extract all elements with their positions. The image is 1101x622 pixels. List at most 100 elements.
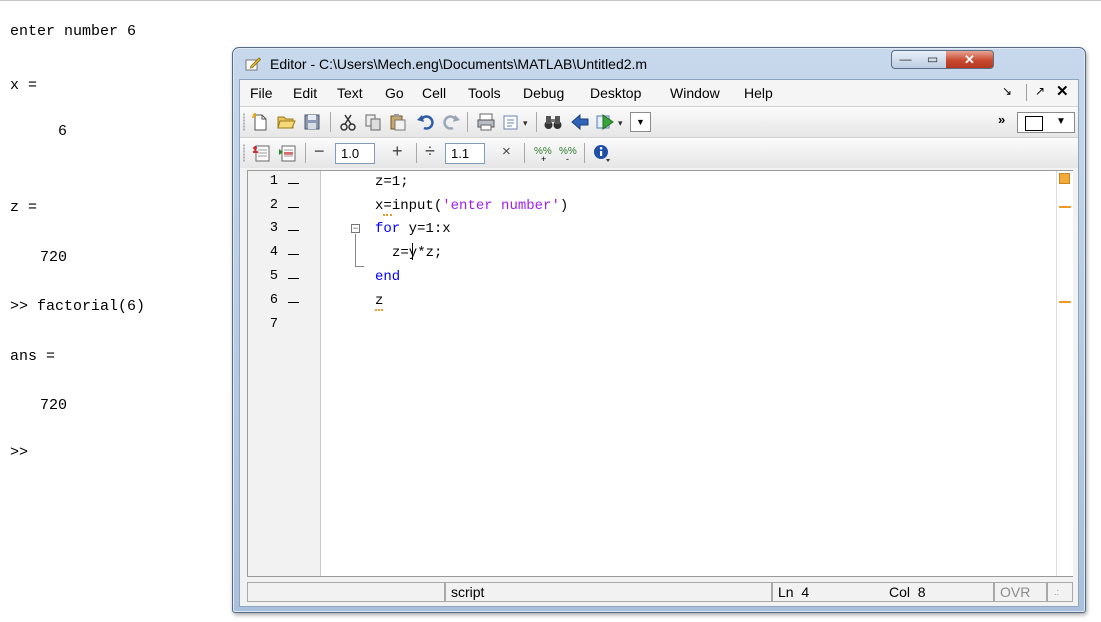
divide-button[interactable]: ÷ [425, 141, 435, 162]
run-config-dropdown[interactable]: ▼ [630, 112, 651, 132]
info-icon[interactable] [592, 143, 612, 163]
status-bar: script Ln 4 Col 8 OVR .: [247, 582, 1073, 602]
warning-marker[interactable] [1059, 206, 1071, 208]
status-col: Col 8 [889, 583, 926, 601]
toolbar-separator [524, 143, 525, 163]
increment-button[interactable]: + [392, 141, 403, 162]
warning-indicator-icon[interactable] [1059, 173, 1070, 184]
evaluate-cell-icon[interactable] [278, 143, 298, 163]
line-number: 3 [269, 221, 278, 236]
toolbar-grip[interactable] [243, 113, 245, 131]
menu-window[interactable]: Window [670, 85, 720, 101]
menu-tools[interactable]: Tools [468, 85, 501, 101]
status-ovr: OVR [994, 582, 1047, 602]
toolbar-overflow-icon[interactable]: » [998, 112, 1005, 127]
status-empty-pane [247, 582, 445, 602]
undo-icon[interactable] [416, 112, 436, 132]
breakpoint-dash[interactable] [288, 302, 299, 303]
command-output-line: >> factorial(6) [10, 298, 146, 315]
editor-document-icon [245, 57, 261, 71]
chevron-down-icon: ▼ [1056, 116, 1066, 127]
status-position: Ln 4 Col 8 [772, 582, 994, 602]
toolbar-separator [584, 143, 585, 163]
open-folder-icon[interactable] [276, 112, 296, 132]
command-prompt[interactable]: >> [10, 444, 28, 461]
code-fold-toggle[interactable]: − [351, 224, 360, 233]
toolbar-grip[interactable] [243, 144, 245, 162]
message-bar[interactable] [1056, 171, 1073, 576]
code-token: input( [391, 198, 443, 214]
decrement-button[interactable]: − [314, 141, 325, 162]
status-ln-value: 4 [801, 584, 810, 600]
dock-icon[interactable]: ↘ [1002, 84, 1012, 98]
breakpoint-dash[interactable] [288, 183, 299, 184]
line-number-gutter: 1 2 3 4 5 6 7 [248, 171, 321, 576]
save-icon[interactable] [302, 112, 322, 132]
code-line-4: z=y*z; [392, 245, 442, 261]
insert-cell-break-icon[interactable] [252, 143, 272, 163]
copy-icon[interactable] [363, 112, 383, 132]
menu-edit[interactable]: Edit [293, 85, 317, 101]
line-number: 7 [269, 317, 278, 332]
menu-go[interactable]: Go [385, 85, 404, 101]
toolbar-separator [467, 112, 468, 132]
run-icon[interactable] [595, 112, 615, 132]
breakpoint-dash[interactable] [288, 254, 299, 255]
paste-icon[interactable] [388, 112, 408, 132]
publish-dropdown-arrow[interactable]: ▾ [523, 118, 528, 129]
code-token: z=y [392, 245, 418, 261]
breakpoint-dash[interactable] [288, 278, 299, 279]
find-binoculars-icon[interactable] [543, 112, 563, 132]
warning-marker[interactable] [1059, 301, 1071, 303]
maximize-button[interactable]: ▭ [919, 50, 947, 69]
menu-bar: File Edit Text Go Cell Tools Debug Deskt… [240, 80, 1078, 106]
new-file-icon[interactable] [250, 112, 270, 132]
comment-remove-icon[interactable]: %% - [558, 143, 578, 163]
resize-grip-icon[interactable]: .: [1047, 582, 1073, 602]
line-number: 5 [269, 269, 278, 284]
fold-line-end [355, 266, 364, 267]
layout-dropdown[interactable]: ▼ [1017, 112, 1075, 133]
command-output-line: 720 [40, 397, 68, 414]
undock-icon[interactable]: ↗ [1035, 84, 1045, 98]
menu-cell[interactable]: Cell [422, 85, 446, 101]
back-arrow-icon[interactable] [570, 112, 590, 132]
layout-square-icon [1025, 116, 1043, 131]
line-number: 4 [269, 245, 278, 260]
print-icon[interactable] [476, 112, 496, 132]
svg-text:-: - [566, 154, 569, 163]
close-document-icon[interactable]: ✕ [1056, 82, 1069, 100]
redo-icon[interactable] [441, 112, 461, 132]
line-number: 6 [269, 293, 278, 308]
line-number: 1 [269, 174, 278, 189]
command-output-line: ans = [10, 348, 56, 365]
menu-text[interactable]: Text [337, 85, 363, 101]
comment-add-icon[interactable]: %% + [533, 143, 553, 163]
menu-desktop[interactable]: Desktop [590, 85, 641, 101]
code-token: *z; [417, 245, 443, 261]
menu-help[interactable]: Help [744, 85, 773, 101]
divide-value-input[interactable]: 1.1 [445, 143, 485, 164]
code-editor[interactable]: 1 2 3 4 5 6 7 − z=1; x=input('enter numb… [247, 170, 1073, 577]
cut-icon[interactable] [338, 112, 358, 132]
editor-window[interactable]: Editor - C:\Users\Mech.eng\Documents\MAT… [232, 47, 1086, 613]
command-output-line: 720 [40, 249, 68, 266]
text-cursor [412, 243, 413, 260]
warning-token: z [375, 293, 384, 311]
menu-file[interactable]: File [250, 85, 273, 101]
menu-separator [1026, 84, 1027, 101]
breakpoint-dash[interactable] [288, 230, 299, 231]
string-literal: 'enter number' [442, 198, 560, 214]
editor-title-bar[interactable]: Editor - C:\Users\Mech.eng\Documents\MAT… [233, 48, 1085, 78]
breakpoint-dash[interactable] [288, 207, 299, 208]
menu-debug[interactable]: Debug [523, 85, 564, 101]
close-button[interactable]: ✕ [946, 50, 994, 69]
status-col-label: Col [889, 584, 911, 600]
code-line-1: z=1; [375, 174, 409, 190]
publish-icon[interactable] [501, 112, 521, 132]
run-dropdown-arrow[interactable]: ▾ [618, 118, 623, 129]
multiply-button[interactable]: × [502, 143, 511, 160]
minimize-button[interactable]: — [891, 50, 920, 69]
increment-value-input[interactable]: 1.0 [335, 143, 375, 164]
svg-text:+: + [541, 154, 546, 163]
